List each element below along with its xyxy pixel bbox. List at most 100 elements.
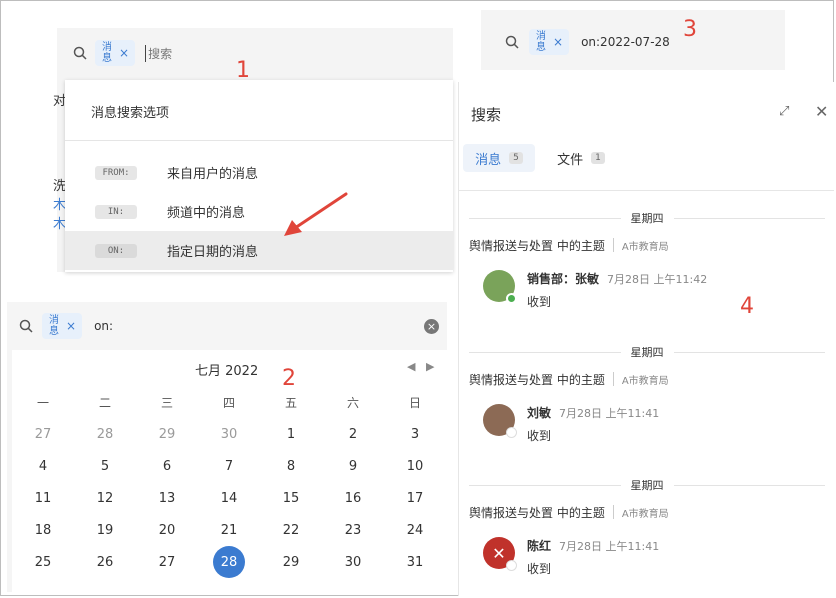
option-in[interactable]: IN: 频道中的消息 [65, 192, 453, 231]
option-label: 频道中的消息 [167, 206, 246, 221]
close-icon[interactable]: × [119, 47, 129, 59]
topic-row[interactable]: 舆情报送与处置 中的主题 A市教育局 [459, 234, 835, 256]
sender-name: 陈红 [527, 539, 552, 553]
topic-title: 舆情报送与处置 中的主题 [469, 238, 605, 253]
avatar [483, 404, 517, 438]
panel-search-options: 消息 × 搜索 对 洗 木 木 消息搜索选项 FROM: 来自用户的消息 IN:… [53, 28, 453, 272]
results-header: 搜索 ⤢ ✕ [459, 82, 834, 144]
day-separator: 星期四 [459, 208, 835, 228]
calendar-day[interactable]: 13 [136, 482, 198, 514]
calendar-day[interactable]: 14 [198, 482, 260, 514]
calendar-day[interactable]: 8 [260, 450, 322, 482]
calendar-day[interactable]: 5 [74, 450, 136, 482]
channel-name: A市教育局 [621, 241, 669, 253]
day-grid: 27 28 29 30 1 2 3 4 5 6 7 8 9 10 11 12 13 14 15 16 17 18 19 20 2… [12, 418, 447, 578]
options-dropdown: 消息搜索选项 FROM: 来自用户的消息 IN: 频道中的消息 ON: 指定日期… [65, 80, 453, 272]
calendar-day[interactable]: 3 [384, 418, 446, 450]
tab-messages[interactable]: 消息 5 [463, 144, 535, 172]
calendar-day[interactable]: 29 [136, 418, 198, 450]
scope-tag-label: 消息 [536, 31, 546, 53]
message-item[interactable]: 销售部：张敏 7月28日 上午11:42 收到 [459, 270, 835, 314]
search-bar: 消息 × on: × [7, 302, 447, 350]
calendar-day[interactable]: 27 [136, 546, 198, 578]
weekday-label: 一 [36, 395, 49, 410]
message-time: 7月28日 上午11:42 [607, 273, 708, 286]
avatar: ✕ [483, 537, 517, 571]
calendar-day[interactable]: 9 [322, 450, 384, 482]
step-marker-2: 2 [282, 366, 296, 391]
calendar-day[interactable]: 20 [136, 514, 198, 546]
calendar-day[interactable]: 25 [12, 546, 74, 578]
offline-status-icon [506, 560, 517, 571]
step-marker-1: 1 [236, 58, 250, 83]
avatar [483, 270, 517, 304]
calendar-day[interactable]: 22 [260, 514, 322, 546]
calendar-day[interactable]: 21 [198, 514, 260, 546]
topic-row[interactable]: 舆情报送与处置 中的主题 A市教育局 [459, 501, 835, 523]
edge-fragment: 对 洗 木 木 [53, 94, 67, 232]
panel-applied-query: 消息 × on:2022-07-28 [481, 10, 785, 70]
option-label: 来自用户的消息 [167, 167, 259, 182]
calendar-day[interactable]: 29 [260, 546, 322, 578]
prev-month-icon[interactable]: ◀ [407, 360, 415, 373]
search-bar: 消息 × on:2022-07-28 [481, 20, 785, 64]
close-icon[interactable]: × [66, 320, 76, 332]
option-chip: IN: [95, 204, 137, 219]
calendar-day[interactable]: 17 [384, 482, 446, 514]
tab-count: 5 [509, 152, 523, 164]
search-icon [505, 35, 519, 49]
option-chip: ON: [95, 243, 137, 258]
calendar-day[interactable]: 15 [260, 482, 322, 514]
search-input[interactable]: 搜索 [145, 44, 172, 62]
topic-row[interactable]: 舆情报送与处置 中的主题 A市教育局 [459, 368, 835, 390]
calendar-day[interactable]: 16 [322, 482, 384, 514]
message-item[interactable]: 刘敏 7月28日 上午11:41 收到 [459, 404, 835, 448]
calendar-day[interactable]: 27 [12, 418, 74, 450]
message-item[interactable]: ✕ 陈红 7月28日 上午11:41 收到 [459, 537, 835, 581]
search-input[interactable]: on:2022-07-28 [581, 35, 670, 49]
expand-icon[interactable]: ⤢ [779, 104, 789, 119]
tab-label: 消息 [475, 152, 502, 168]
calendar-day[interactable]: 7 [198, 450, 260, 482]
option-on[interactable]: ON: 指定日期的消息 [65, 231, 453, 270]
calendar-day[interactable]: 23 [322, 514, 384, 546]
channel-name: A市教育局 [621, 508, 669, 520]
next-month-icon[interactable]: ▶ [426, 360, 434, 373]
option-from[interactable]: FROM: 来自用户的消息 [65, 153, 453, 192]
scope-tag: 消息 × [529, 29, 570, 55]
weekday-label: 日 [408, 395, 421, 410]
calendar-day[interactable]: 10 [384, 450, 446, 482]
avatar-glyph: ✕ [492, 543, 506, 563]
message-time: 7月28日 上午11:41 [559, 407, 660, 420]
tab-count: 1 [591, 152, 605, 164]
scope-tag-label: 消息 [102, 42, 112, 64]
calendar-day[interactable]: 12 [74, 482, 136, 514]
calendar-day[interactable]: 6 [136, 450, 198, 482]
month-title: 七月 2022 [195, 364, 259, 379]
calendar-header: 七月 2022 ◀ ▶ [12, 350, 447, 386]
calendar-day[interactable]: 31 [384, 546, 446, 578]
weekday-label: 四 [222, 395, 235, 410]
calendar-day[interactable]: 11 [12, 482, 74, 514]
calendar-day[interactable]: 30 [322, 546, 384, 578]
tab-files[interactable]: 文件 1 [551, 144, 611, 172]
close-icon[interactable]: ✕ [815, 102, 828, 121]
calendar-day[interactable]: 2 [322, 418, 384, 450]
result-group: 星期四 舆情报送与处置 中的主题 A市教育局 ✕ 陈红 7月28日 上午11:41… [459, 475, 835, 581]
calendar-day[interactable]: 28 [198, 546, 260, 578]
clear-icon[interactable]: × [424, 319, 439, 334]
calendar-day[interactable]: 24 [384, 514, 446, 546]
day-separator: 星期四 [459, 475, 835, 495]
calendar-day[interactable]: 19 [74, 514, 136, 546]
calendar-day[interactable]: 1 [260, 418, 322, 450]
result-group: 星期四 舆情报送与处置 中的主题 A市教育局 刘敏 7月28日 上午11:41 收… [459, 342, 835, 448]
calendar-day[interactable]: 18 [12, 514, 74, 546]
search-input[interactable]: on: [94, 319, 113, 333]
calendar-day[interactable]: 4 [12, 450, 74, 482]
results-title: 搜索 [471, 106, 502, 124]
close-icon[interactable]: × [553, 36, 563, 48]
calendar-day[interactable]: 26 [74, 546, 136, 578]
calendar-day[interactable]: 30 [198, 418, 260, 450]
message-text: 收到 [527, 562, 552, 576]
calendar-day[interactable]: 28 [74, 418, 136, 450]
